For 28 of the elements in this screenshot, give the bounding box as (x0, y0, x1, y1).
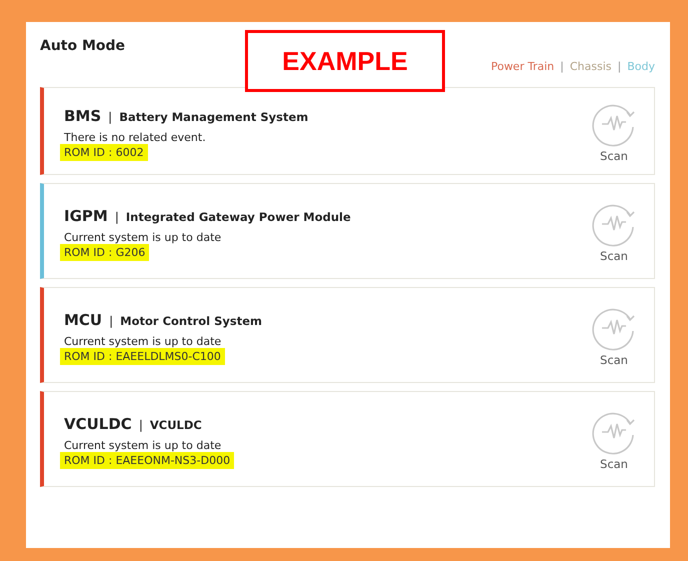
rom-id: ROM ID : G206 (60, 244, 150, 261)
module-code: VCULDC (64, 415, 132, 433)
legend-separator: | (560, 60, 564, 73)
module-name: Motor Control System (120, 314, 262, 328)
title-separator: | (138, 418, 143, 432)
rom-id: ROM ID : EAEELDLMS0-C100 (60, 348, 225, 365)
title-separator: | (109, 314, 114, 328)
page-title: Auto Mode (40, 38, 126, 54)
scan-button[interactable]: Scan (574, 88, 654, 174)
scan-button[interactable]: Scan (574, 288, 654, 382)
example-stamp: EXAMPLE (245, 30, 445, 92)
status-text: There is no related event. (64, 131, 207, 144)
module-name: Battery Management System (119, 110, 308, 124)
rom-id: ROM ID : 6002 (60, 144, 148, 161)
status-text: Current system is up to date (64, 439, 222, 452)
status-text: Current system is up to date (64, 231, 222, 244)
legend-separator: | (618, 60, 622, 73)
status-text: Current system is up to date (64, 335, 222, 348)
title-separator: | (108, 110, 112, 124)
module-code: IGPM (64, 207, 108, 225)
title-separator: | (114, 210, 119, 224)
scan-button[interactable]: Scan (574, 184, 654, 278)
module-name: Integrated Gateway Power Module (126, 210, 351, 224)
module-name: VCULDC (150, 418, 202, 432)
module-code: MCU (64, 311, 102, 329)
scan-button[interactable]: Scan (574, 392, 654, 486)
module-code: BMS (64, 107, 102, 125)
rom-id: ROM ID : EAEEONM-NS3-D000 (60, 452, 234, 469)
